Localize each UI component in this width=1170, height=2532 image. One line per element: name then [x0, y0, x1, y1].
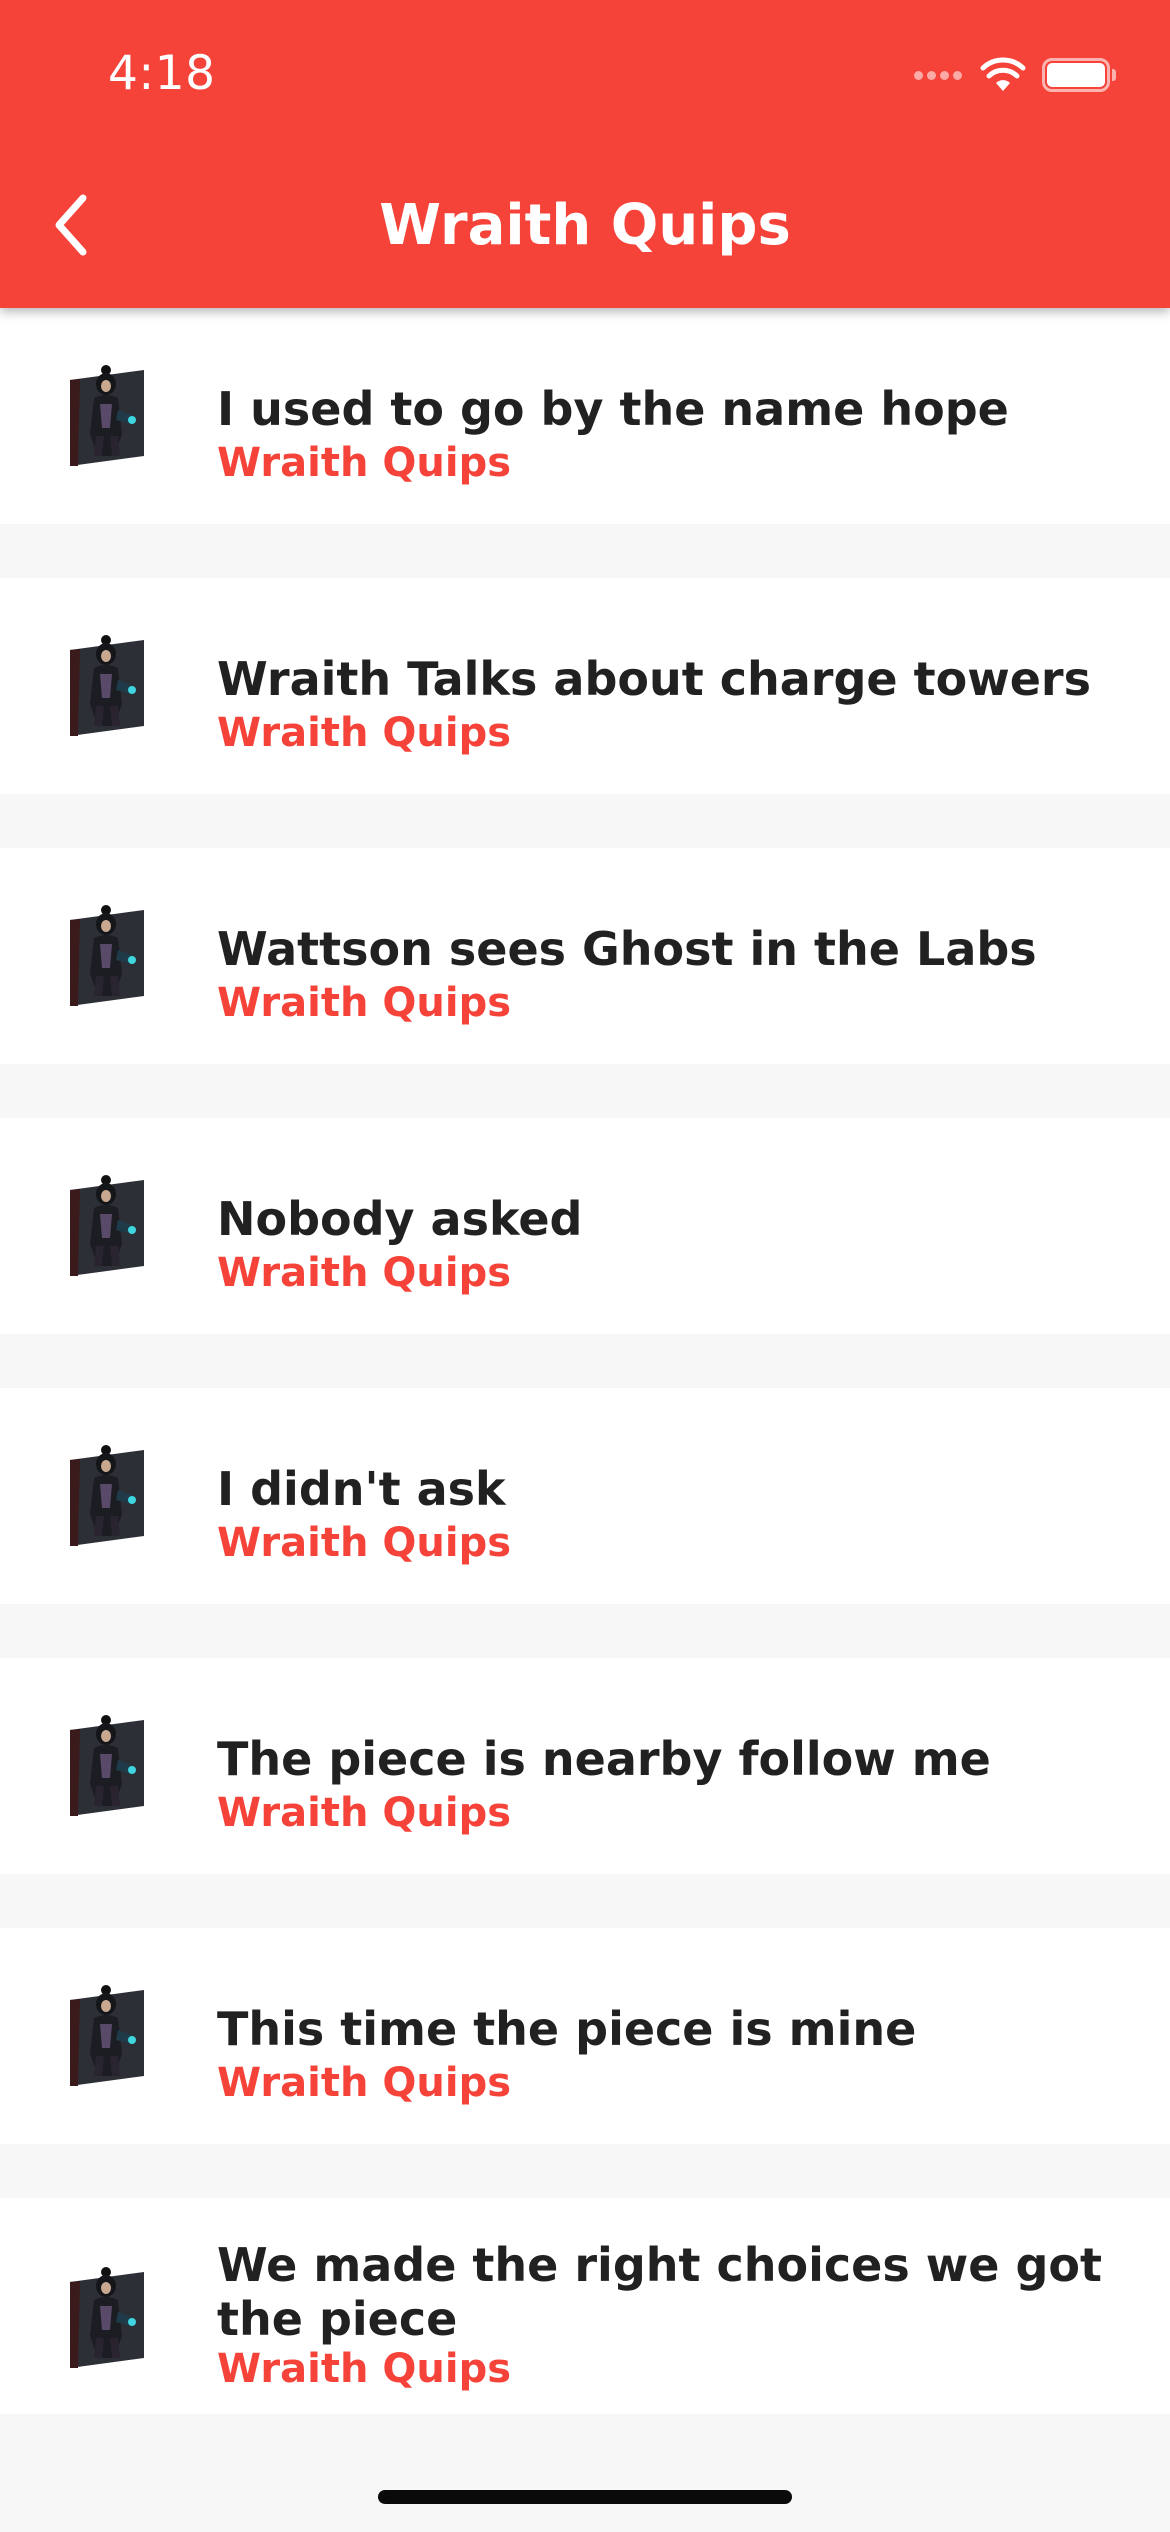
wraith-avatar-icon	[70, 904, 144, 1006]
status-time: 4:18	[108, 46, 216, 101]
item-title: We made the right choices we got the pie…	[217, 2238, 1102, 2346]
list-item-8[interactable]: We made the right choices we got the pie…	[0, 2198, 1170, 2414]
item-subtitle: Wraith Quips	[217, 1520, 512, 1566]
wraith-avatar-icon	[70, 1714, 144, 1816]
item-subtitle: Wraith Quips	[217, 2346, 512, 2392]
list-item-3[interactable]: Wattson sees Ghost in the Labs Wraith Qu…	[0, 848, 1170, 1064]
page-title: Wraith Quips	[379, 193, 791, 258]
wraith-avatar-icon	[70, 1174, 144, 1276]
wifi-icon	[980, 57, 1026, 91]
item-subtitle: Wraith Quips	[217, 440, 512, 486]
item-subtitle: Wraith Quips	[217, 2060, 512, 2106]
wraith-avatar-icon	[70, 1444, 144, 1546]
item-title: Wraith Talks about charge towers	[217, 652, 1091, 706]
status-icons	[910, 50, 1116, 100]
battery-icon	[1042, 58, 1116, 92]
item-title: I used to go by the name hope	[217, 382, 1009, 436]
item-title: Nobody asked	[217, 1192, 583, 1246]
app-header: 4:18 Wraith Quips	[0, 0, 1170, 308]
item-subtitle: Wraith Quips	[217, 1250, 512, 1296]
wraith-avatar-icon	[70, 1984, 144, 2086]
list-item-7[interactable]: This time the piece is mine Wraith Quips	[0, 1928, 1170, 2144]
wraith-avatar-icon	[70, 2266, 144, 2368]
item-title: I didn't ask	[217, 1462, 506, 1516]
wraith-avatar-icon	[70, 634, 144, 736]
list-item-1[interactable]: I used to go by the name hope Wraith Qui…	[0, 308, 1170, 524]
item-title: Wattson sees Ghost in the Labs	[217, 922, 1037, 976]
list-item-2[interactable]: Wraith Talks about charge towers Wraith …	[0, 578, 1170, 794]
list-item-5[interactable]: I didn't ask Wraith Quips	[0, 1388, 1170, 1604]
cellular-dots-icon	[910, 70, 962, 80]
item-title: This time the piece is mine	[217, 2002, 917, 2056]
item-subtitle: Wraith Quips	[217, 710, 512, 756]
item-title: The piece is nearby follow me	[217, 1732, 991, 1786]
item-subtitle: Wraith Quips	[217, 1790, 512, 1836]
home-indicator	[378, 2490, 792, 2504]
quip-list: I used to go by the name hope Wraith Qui…	[0, 308, 1170, 2468]
list-item-6[interactable]: The piece is nearby follow me Wraith Qui…	[0, 1658, 1170, 1874]
item-subtitle: Wraith Quips	[217, 980, 512, 1026]
wraith-avatar-icon	[70, 364, 144, 466]
list-item-4[interactable]: Nobody asked Wraith Quips	[0, 1118, 1170, 1334]
